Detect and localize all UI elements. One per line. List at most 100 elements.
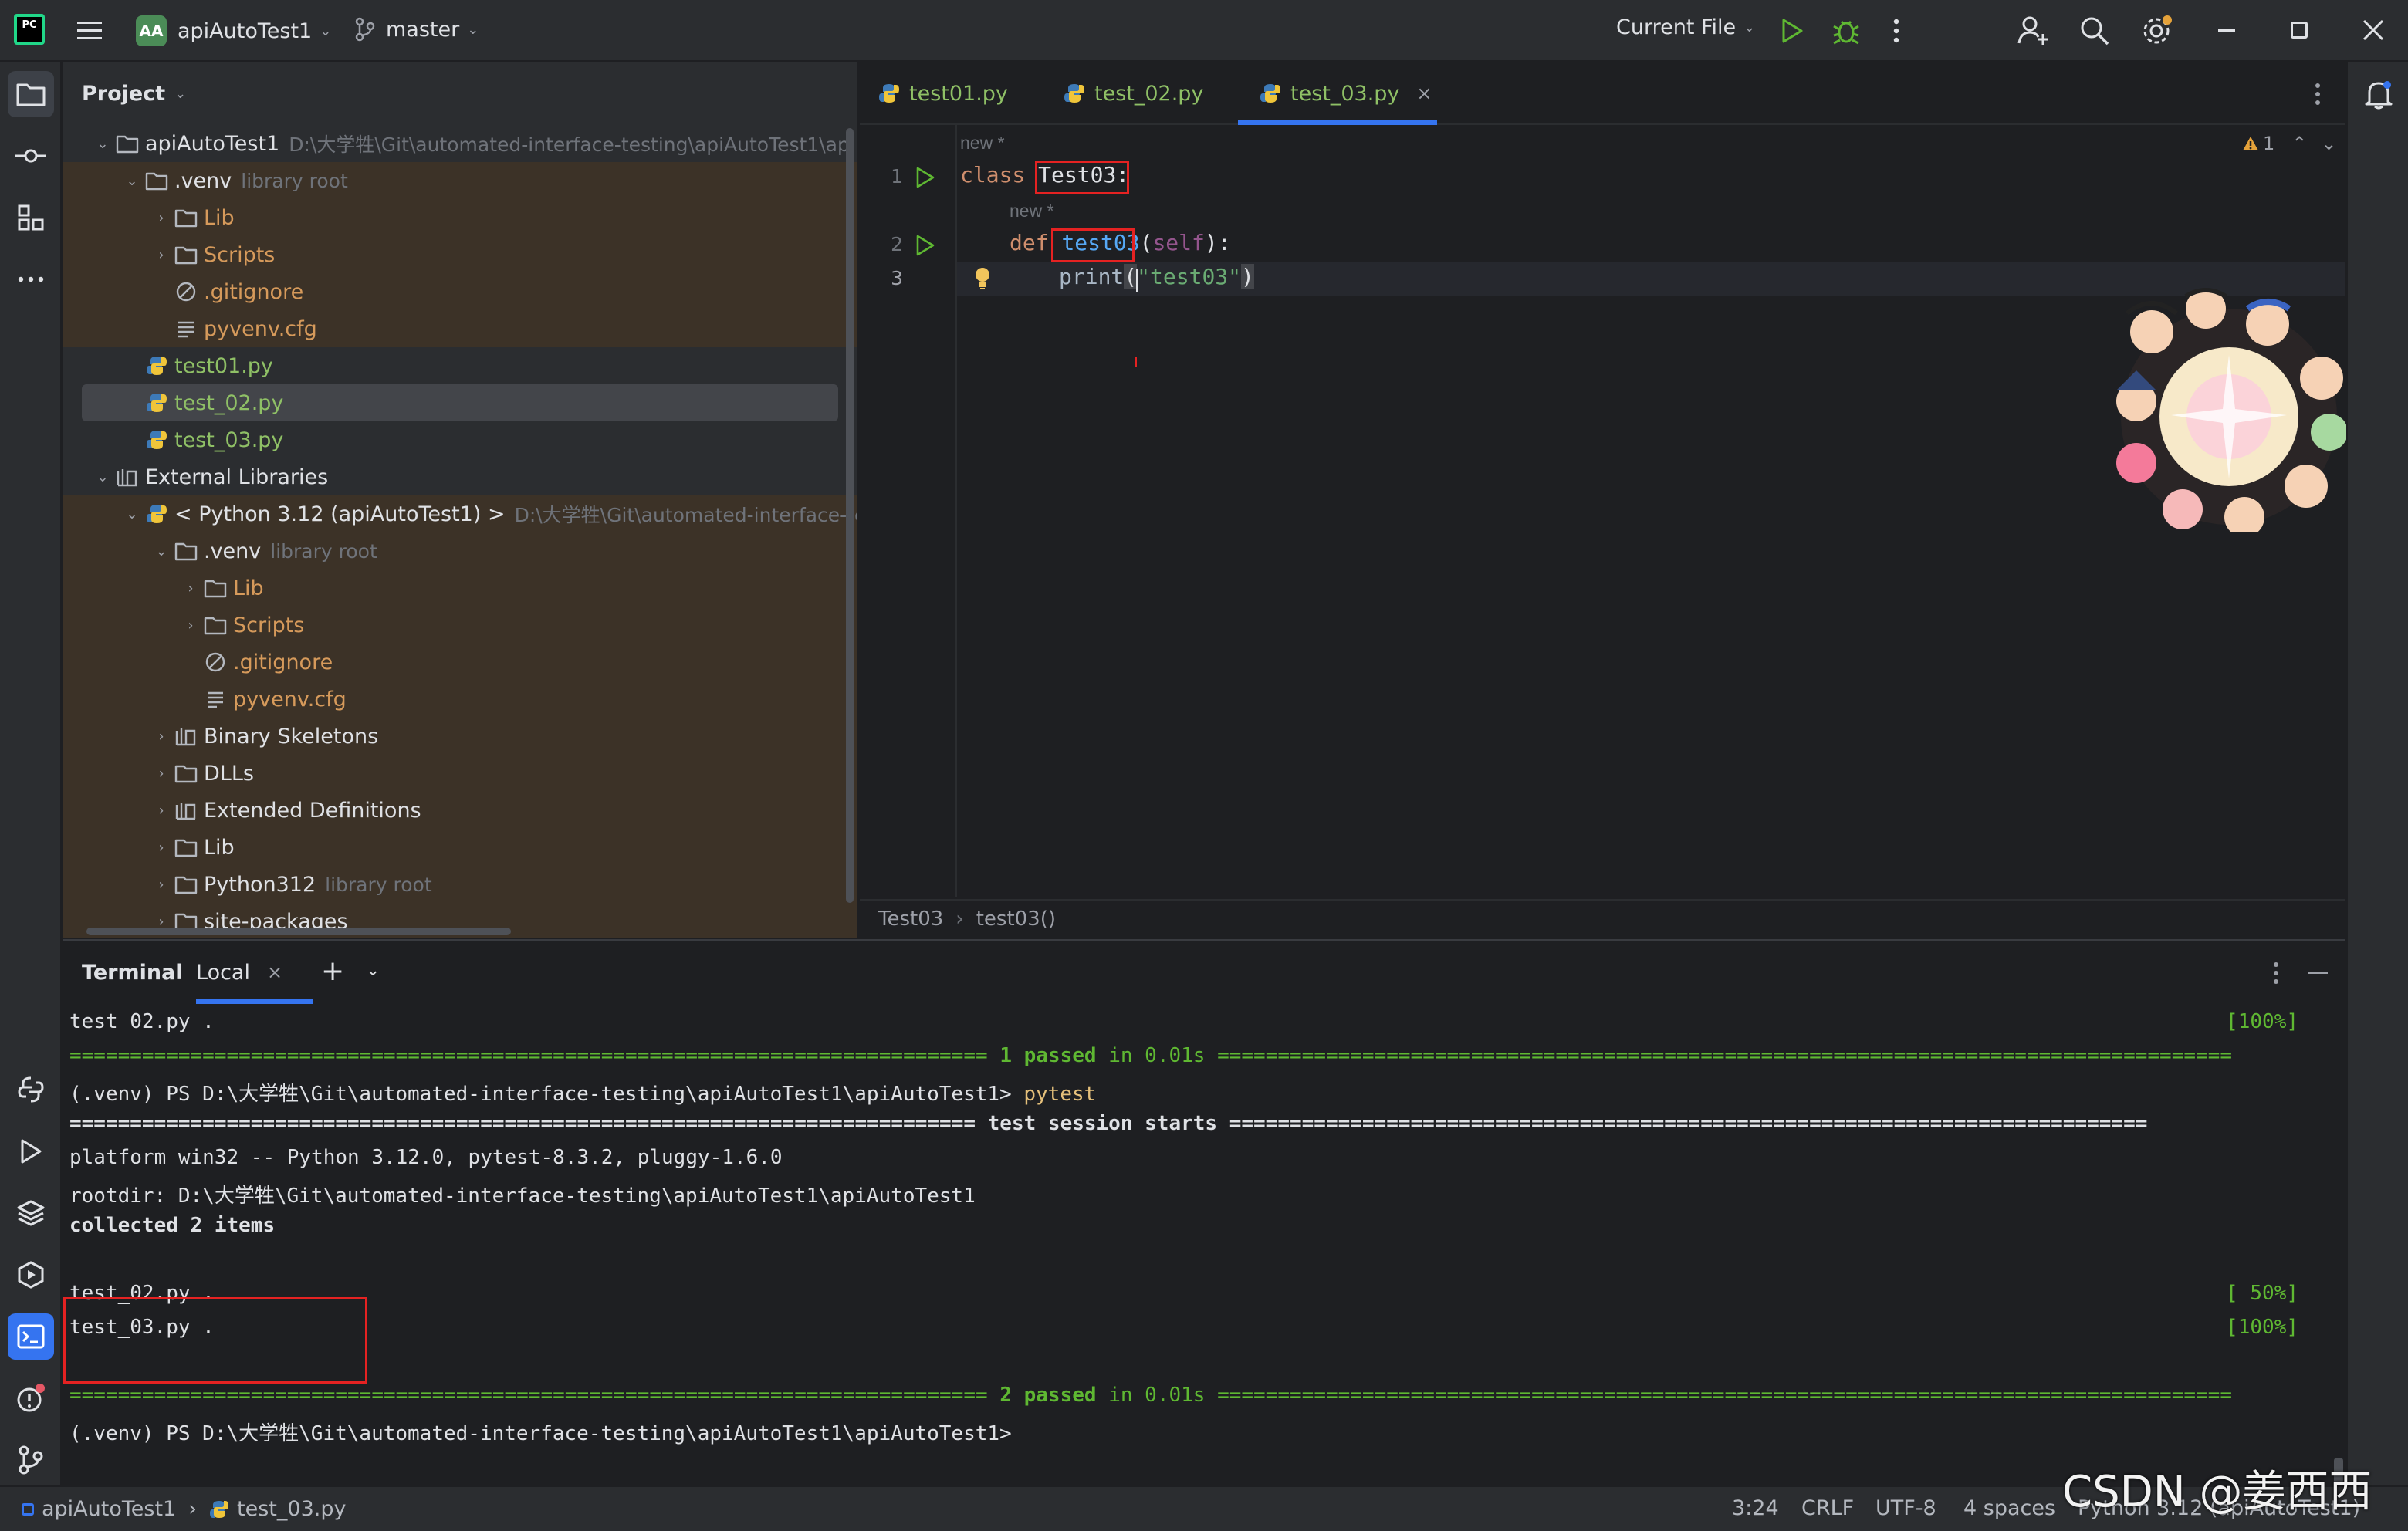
close-tab-icon[interactable]: × xyxy=(1416,83,1432,104)
notifications-bell-icon[interactable] xyxy=(2363,79,2394,110)
chevron-right-icon[interactable]: › xyxy=(150,803,173,819)
tab-test02[interactable]: test_02.py xyxy=(1064,62,1203,125)
chevron-right-icon[interactable]: › xyxy=(150,766,173,782)
chevron-down-icon[interactable]: ⌄ xyxy=(91,136,114,152)
status-project[interactable]: apiAutoTest1 xyxy=(42,1497,176,1521)
tree-item[interactable]: test_03.py xyxy=(63,421,857,458)
tree-item[interactable]: › Binary Skeletons xyxy=(63,718,857,755)
add-user-icon[interactable] xyxy=(2017,14,2050,46)
tree-item[interactable]: › Extended Definitions xyxy=(63,792,857,829)
folder-icon xyxy=(144,167,170,194)
status-caret-position[interactable]: 3:24 xyxy=(1732,1496,1779,1520)
text-caret xyxy=(1136,269,1138,292)
chevron-down-icon[interactable]: ⌄ xyxy=(150,543,173,559)
run-icon[interactable] xyxy=(1780,17,1804,45)
status-indent[interactable]: 4 spaces xyxy=(1963,1496,2055,1520)
tree-item[interactable]: .gitignore xyxy=(63,644,857,681)
breadcrumb-method[interactable]: test03() xyxy=(976,907,1056,931)
chevron-right-icon[interactable]: › xyxy=(150,210,173,226)
run-tool-button[interactable] xyxy=(8,1128,54,1174)
tree-item[interactable]: ⌄ External Libraries xyxy=(63,458,857,495)
tree-item[interactable]: › DLLs xyxy=(63,755,857,792)
python-file-icon xyxy=(144,390,170,416)
status-bar: apiAutoTest1 › test_03.py 3:24 CRLF UTF-… xyxy=(0,1485,2408,1531)
tree-item[interactable]: › Python312 library root xyxy=(63,866,857,903)
terminal-tab-local[interactable]: Local × xyxy=(196,941,282,1004)
more-actions-icon[interactable] xyxy=(1892,17,1900,45)
tab-test03[interactable]: test_03.py × xyxy=(1260,62,1432,125)
terminal-tool-button[interactable] xyxy=(8,1313,54,1360)
tab-actions-icon[interactable] xyxy=(2314,82,2322,106)
restore-button[interactable] xyxy=(2291,22,2308,39)
status-line-separator[interactable]: CRLF xyxy=(1801,1496,1854,1520)
terminal-prompt-line[interactable]: (.venv) PS D:\大学牲\Git\automated-interfac… xyxy=(69,1418,1012,1446)
new-terminal-icon[interactable]: + xyxy=(321,958,344,985)
tree-item[interactable]: .gitignore xyxy=(63,273,857,310)
tree-item[interactable]: › Scripts xyxy=(63,607,857,644)
branch-switcher[interactable]: master ⌄ xyxy=(353,15,479,43)
tree-item-label: DLLs xyxy=(204,761,254,786)
run-config-selector[interactable]: Current File ⌄ xyxy=(1616,15,1755,39)
run-gutter-icon[interactable] xyxy=(915,235,935,256)
breadcrumb-class[interactable]: Test03 xyxy=(878,907,943,931)
more-tools-button[interactable] xyxy=(8,256,54,302)
layers-tool-button[interactable] xyxy=(8,1190,54,1236)
tree-item[interactable]: › Lib xyxy=(63,569,857,607)
services-tool-button[interactable] xyxy=(8,1252,54,1298)
tree-item[interactable]: › Scripts xyxy=(63,236,857,273)
tree-item[interactable]: test_02.py xyxy=(82,384,838,421)
close-tab-icon[interactable]: × xyxy=(267,962,282,983)
chevron-right-icon[interactable]: › xyxy=(179,617,202,634)
chevron-right-icon[interactable]: › xyxy=(150,840,173,856)
chevron-down-icon[interactable]: ⌄ xyxy=(2321,133,2336,154)
tree-item[interactable]: › Lib xyxy=(63,199,857,236)
chevron-down-icon[interactable]: ⌄ xyxy=(366,961,380,980)
chevron-up-icon[interactable]: ⌃ xyxy=(2291,133,2307,154)
chevron-right-icon[interactable]: › xyxy=(179,580,202,597)
debug-icon[interactable] xyxy=(1831,15,1862,46)
project-switcher[interactable]: AA apiAutoTest1 ⌄ xyxy=(136,15,331,46)
intention-bulb-icon[interactable] xyxy=(972,265,993,292)
close-window-button[interactable] xyxy=(2362,19,2385,42)
tree-item[interactable]: ⌄ .venv library root xyxy=(63,162,857,199)
folder-icon xyxy=(173,834,199,860)
active-tab-indicator xyxy=(196,999,313,1004)
chevron-right-icon[interactable]: › xyxy=(150,247,173,263)
run-gutter-icon[interactable] xyxy=(915,167,935,188)
tree-item[interactable]: test01.py xyxy=(63,347,857,384)
main-menu-icon[interactable] xyxy=(76,19,103,43)
tree-item[interactable]: ⌄ apiAutoTest1 D:\大学牲\Git\automated-interf… xyxy=(63,125,857,162)
tab-test01[interactable]: test01.py xyxy=(878,62,1008,125)
inspection-widget[interactable]: 1 ⌃ ⌄ xyxy=(2241,133,2337,154)
search-icon[interactable] xyxy=(2079,15,2110,46)
terminal-header: Terminal Local × + ⌄ xyxy=(63,941,2345,1005)
terminal-icon xyxy=(17,1324,45,1349)
tree-scrollbar-horizontal[interactable] xyxy=(86,928,511,935)
project-panel-header[interactable]: Project ⌄ xyxy=(63,62,857,125)
tree-item[interactable]: ⌄ .venv library root xyxy=(63,532,857,569)
chevron-down-icon[interactable]: ⌄ xyxy=(120,173,144,189)
status-file[interactable]: test_03.py xyxy=(237,1497,346,1521)
settings-gear-icon[interactable] xyxy=(2141,14,2175,48)
tree-item[interactable]: pyvenv.cfg xyxy=(63,681,857,718)
chevron-right-icon[interactable]: › xyxy=(150,728,173,745)
chevron-right-icon[interactable]: › xyxy=(150,877,173,893)
hide-panel-button[interactable] xyxy=(2308,972,2328,974)
tree-item[interactable]: ⌄ < Python 3.12 (apiAutoTest1) > D:\大学牲\Gi… xyxy=(63,495,857,532)
code-line-3[interactable]: print("test03") xyxy=(1059,264,1254,289)
project-tool-button[interactable] xyxy=(8,71,54,117)
tree-item[interactable]: › Lib xyxy=(63,829,857,866)
structure-tool-button[interactable] xyxy=(8,194,54,241)
chevron-down-icon[interactable]: ⌄ xyxy=(91,469,114,485)
status-encoding[interactable]: UTF-8 xyxy=(1875,1496,1936,1520)
commit-tool-button[interactable] xyxy=(8,133,54,179)
minimize-button[interactable] xyxy=(2218,29,2235,32)
chevron-down-icon: ⌄ xyxy=(467,21,479,38)
tree-item[interactable]: pyvenv.cfg xyxy=(63,310,857,347)
terminal-options-icon[interactable] xyxy=(2272,961,2280,985)
problems-tool-button[interactable] xyxy=(8,1375,54,1421)
python-console-button[interactable] xyxy=(8,1066,54,1113)
git-tool-button[interactable] xyxy=(8,1437,54,1483)
tree-scrollbar-vertical[interactable] xyxy=(846,128,854,903)
chevron-down-icon[interactable]: ⌄ xyxy=(120,506,144,522)
